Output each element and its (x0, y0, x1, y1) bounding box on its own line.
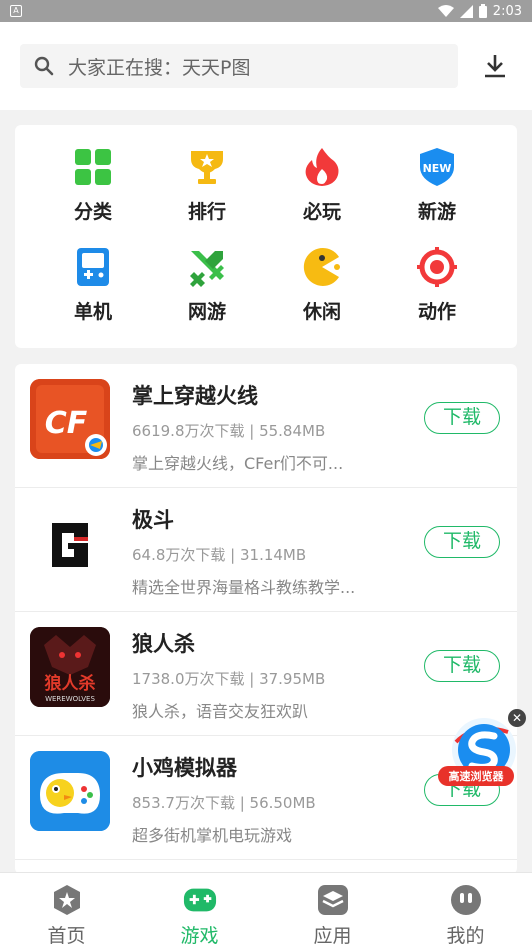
app-icon-werewolf: 狼人杀 WEREWOLVES (30, 627, 110, 707)
app-description: 超多街机掌机电玩游戏 (132, 826, 293, 845)
handheld-icon (73, 247, 113, 287)
svg-text:NEW: NEW (423, 162, 452, 175)
category-label: 必玩 (302, 201, 341, 223)
app-name: 极斗 (132, 508, 174, 532)
nav-label: 首页 (47, 925, 86, 946)
category-wangyou[interactable]: 网游 (157, 247, 257, 324)
wifi-icon (437, 4, 454, 17)
pacman-icon (302, 247, 342, 287)
nav-games[interactable]: 游戏 (133, 873, 266, 946)
trophy-icon (187, 147, 227, 187)
list-item[interactable]: CF 掌上穿越火线 6619.8万次下载 | 55.84MB 掌上穿越火线，CF… (15, 364, 517, 488)
search-input[interactable]: 大家正在搜：天天P图 (20, 44, 458, 88)
app-meta: 64.8万次下载 | 31.14MB (132, 546, 307, 564)
category-label: 分类 (73, 201, 112, 223)
target-icon (417, 247, 457, 287)
app-meta: 1738.0万次下载 | 37.95MB (132, 670, 326, 688)
search-placeholder: 大家正在搜：天天P图 (68, 56, 251, 79)
category-label: 排行 (187, 201, 226, 223)
category-label: 动作 (417, 301, 456, 323)
app-icon-chick-emulator (30, 751, 110, 831)
app-name: 狼人杀 (132, 632, 195, 656)
download-manager-button[interactable] (478, 49, 512, 83)
status-bar: A 2:03 (0, 0, 532, 22)
swords-icon (187, 247, 227, 287)
bottom-nav: 首页 游戏 应用 我的 (0, 872, 532, 946)
category-label: 新游 (417, 201, 456, 223)
svg-text:G: G (70, 580, 71, 582)
svg-text:狼人杀: 狼人杀 (45, 673, 96, 694)
svg-text:CF: CF (45, 406, 88, 441)
layers-icon (316, 883, 350, 917)
app-icon-jidou: G (30, 503, 110, 583)
app-description: 精选全世界海量格斗教练教学... (132, 578, 356, 597)
category-danji[interactable]: 单机 (43, 247, 143, 324)
clock: 2:03 (492, 3, 522, 19)
face-icon (449, 883, 483, 917)
category-label: 休闲 (302, 301, 341, 323)
search-icon (34, 56, 54, 76)
app-name: 掌上穿越火线 (132, 384, 258, 408)
nav-mine[interactable]: 我的 (399, 873, 532, 946)
download-icon (485, 55, 505, 78)
download-button[interactable]: 下载 (424, 526, 500, 558)
nav-label: 我的 (446, 925, 485, 946)
category-grid: 分类 排行 必玩 NEW 新游 单机 网游 休闲 动作 (15, 125, 517, 348)
grid-icon (73, 147, 113, 187)
category-label: 网游 (187, 301, 226, 323)
battery-icon (478, 4, 487, 18)
nav-label: 应用 (313, 925, 352, 946)
nav-apps[interactable]: 应用 (266, 873, 399, 946)
category-biwan[interactable]: 必玩 (272, 147, 372, 224)
category-label: 单机 (73, 301, 112, 323)
new-badge-icon: NEW (417, 147, 457, 187)
notification-icon: A (10, 5, 22, 17)
app-meta: 853.7万次下载 | 56.50MB (132, 794, 316, 812)
download-button[interactable]: 下载 (424, 650, 500, 682)
svg-text:高速浏览器: 高速浏览器 (449, 769, 505, 783)
header: 大家正在搜：天天P图 (0, 22, 532, 110)
app-description: 狼人杀，语音交友狂欢趴 (132, 702, 309, 721)
nav-home[interactable]: 首页 (0, 873, 133, 946)
category-xiuxian[interactable]: 休闲 (272, 247, 372, 324)
app-name: 小鸡模拟器 (132, 756, 237, 780)
category-dongzuo[interactable]: 动作 (387, 247, 487, 324)
svg-text:WEREWOLVES: WEREWOLVES (45, 695, 95, 703)
flame-icon (302, 147, 342, 187)
category-xinyou[interactable]: NEW 新游 (387, 147, 487, 224)
gamepad-icon (183, 883, 217, 917)
app-meta: 6619.8万次下载 | 55.84MB (132, 422, 326, 440)
download-button[interactable]: 下载 (424, 402, 500, 434)
list-item[interactable]: G 极斗 64.8万次下载 | 31.14MB 精选全世界海量格斗教练教学...… (15, 488, 517, 612)
app-description: 掌上穿越火线，CFer们不可... (132, 454, 344, 473)
category-fenlei[interactable]: 分类 (43, 147, 143, 224)
star-icon (50, 883, 84, 917)
signal-icon (459, 4, 473, 18)
category-paihang[interactable]: 排行 (157, 147, 257, 224)
close-ad-button[interactable]: ✕ (508, 709, 526, 727)
nav-label: 游戏 (180, 925, 219, 946)
app-icon-cf: CF (30, 379, 110, 459)
